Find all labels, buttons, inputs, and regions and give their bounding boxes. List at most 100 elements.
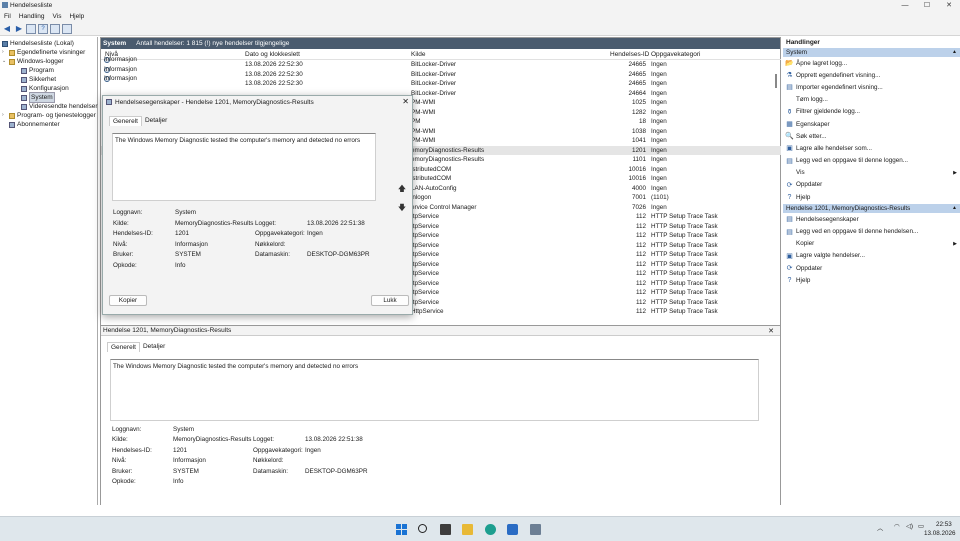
tab-details[interactable]: Detaljer — [140, 342, 168, 352]
help-icon[interactable]: ? — [38, 23, 48, 34]
action-help[interactable]: ? Hjelp — [783, 274, 960, 286]
source-cell: PM-WMI — [411, 137, 436, 144]
chevron-right-icon[interactable]: › — [2, 111, 7, 120]
table-row[interactable]: i Informasjon 13.08.2026 22:52:30 BitLocker… — [101, 75, 781, 89]
event-id-cell: 1282 — [631, 108, 646, 116]
show-hide-actions-icon[interactable] — [62, 23, 72, 34]
action-help[interactable]: ? Hjelp — [783, 191, 960, 203]
action-copy[interactable]: Kopier ▶ — [783, 238, 960, 250]
show-hide-tree-icon[interactable] — [50, 23, 60, 34]
back-arrow-icon[interactable]: ◀ — [2, 24, 12, 34]
dialog-message: The Windows Memory Diagnostic tested the… — [112, 133, 376, 201]
action-import-custom-view[interactable]: ▤ Importer egendefinert visning... — [783, 81, 960, 93]
action-find[interactable]: 🔍 Søk etter... — [783, 130, 960, 142]
col-date[interactable]: Dato og klokkeslett — [245, 51, 300, 58]
source-cell: ttpService — [411, 298, 439, 306]
edge-browser-icon[interactable] — [485, 524, 496, 535]
col-source[interactable]: Kilde — [411, 51, 425, 58]
battery-icon[interactable]: ▭ — [918, 523, 924, 530]
maximize-button[interactable]: ☐ — [916, 0, 938, 11]
action-create-custom-view[interactable]: ⚗ Opprett egendefinert visning... — [783, 69, 960, 81]
action-open-saved-log[interactable]: 📂 Åpne lagret logg... — [783, 57, 960, 69]
file-explorer-icon[interactable] — [462, 524, 473, 535]
tree-log-forwarded[interactable]: Videresendte hendelser — [21, 102, 98, 111]
label-event-id: Hendelses-ID: — [112, 447, 152, 454]
forward-arrow-icon[interactable]: ▶ — [14, 24, 24, 34]
close-icon[interactable]: ✕ — [402, 97, 409, 106]
tab-details[interactable]: Detaljer — [142, 116, 170, 126]
chevron-down-icon[interactable]: ⌄ — [2, 57, 7, 66]
search-icon[interactable] — [418, 524, 427, 533]
menu-hjelp[interactable]: Hjelp — [65, 13, 88, 20]
event-id-cell: 1201 — [631, 146, 646, 154]
tree-custom-views[interactable]: › Egendefinerte visninger — [2, 48, 85, 57]
task-category-cell: HTTP Setup Trace Task — [651, 260, 718, 268]
clock-time[interactable]: 22:53 — [936, 521, 952, 528]
tree-log-program[interactable]: Program — [21, 66, 54, 75]
wifi-icon[interactable]: ◠ — [894, 523, 900, 530]
action-filter-log[interactable]: ⚱ Filtrer gjeldende logg... — [783, 106, 960, 118]
collapse-icon[interactable]: ▲ — [952, 48, 957, 57]
tree-windows-logs[interactable]: ⌄ Windows-logger — [2, 57, 64, 66]
col-event-id[interactable]: Hendelses-ID — [610, 51, 649, 58]
action-clear-log[interactable]: Tøm logg... — [783, 94, 960, 106]
action-refresh[interactable]: ⟳ Oppdater — [783, 179, 960, 191]
source-cell: PM-WMI — [411, 99, 436, 106]
clock-date[interactable]: 13.08.2026 — [924, 530, 956, 537]
tree-app-services[interactable]: › Program- og tjenestelogger — [2, 111, 96, 120]
next-event-icon[interactable]: 🡇 — [397, 203, 407, 213]
help-icon: ? — [787, 193, 792, 201]
collapse-icon[interactable]: ▲ — [952, 204, 957, 213]
action-attach-task-log[interactable]: ▤ Legg ved en oppgave til denne loggen... — [783, 155, 960, 167]
store-icon[interactable] — [507, 524, 518, 535]
close-icon[interactable]: ✕ — [768, 327, 774, 335]
properties-icon: ▦ — [786, 121, 793, 129]
table-row[interactable]: i Informasjon 13.08.2026 22:52:30 BitLocker… — [101, 56, 781, 70]
actions-section-system[interactable]: System ▲ — [783, 48, 960, 57]
close-dialog-button[interactable]: Lukk — [371, 295, 409, 306]
task-view-icon[interactable] — [440, 524, 451, 535]
task-category-cell: Ingen — [651, 203, 667, 211]
tree-subscriptions[interactable]: Abonnementer — [2, 120, 60, 129]
source-cell: BitLocker-Driver — [411, 70, 457, 78]
task-category-cell: HTTP Setup Trace Task — [651, 213, 718, 220]
actions-section-event[interactable]: Hendelse 1201, MemoryDiagnostics-Results… — [783, 204, 960, 214]
tree-log-security[interactable]: Sikkerhet — [21, 75, 56, 84]
event-id-cell: 24665 — [628, 80, 646, 87]
tab-general[interactable]: Generelt — [107, 342, 140, 352]
action-refresh[interactable]: ⟳ Oppdater — [783, 262, 960, 274]
grid-scrollbar[interactable] — [775, 72, 779, 312]
windows-start-icon[interactable] — [396, 524, 407, 535]
toolbar: ◀ ▶ ? — [0, 22, 960, 36]
action-event-properties[interactable]: ▤ Hendelsesegenskaper — [783, 213, 960, 225]
action-properties[interactable]: ▦ Egenskaper — [783, 118, 960, 130]
menu-vis[interactable]: Vis — [49, 13, 66, 20]
action-view[interactable]: Vis ▶ — [783, 167, 960, 179]
table-row[interactable]: i Informasjon 13.08.2026 22:52:30 BitLocker… — [101, 66, 781, 80]
event-id-cell: 112 — [635, 251, 646, 258]
action-attach-task-event[interactable]: ▤ Legg ved en oppgave til denne hendelsen… — [783, 225, 960, 237]
minimize-button[interactable]: — — [894, 0, 916, 11]
copy-button[interactable]: Kopier — [109, 295, 147, 306]
event-id-cell: 1025 — [631, 99, 646, 106]
source-cell: ttpService — [411, 260, 439, 268]
previous-event-icon[interactable]: 🡅 — [397, 184, 407, 194]
close-button[interactable]: ✕ — [938, 0, 960, 11]
menu-fil[interactable]: Fil — [0, 13, 15, 20]
folder-up-icon[interactable] — [26, 23, 36, 34]
volume-icon[interactable]: ◁) — [906, 523, 913, 530]
tree-log-system[interactable]: System — [21, 92, 55, 103]
chevron-right-icon[interactable]: › — [2, 48, 7, 57]
event-viewer-taskbar-icon[interactable] — [530, 524, 541, 535]
tray-chevron-icon[interactable]: ︿ — [877, 523, 883, 532]
menu-handling[interactable]: Handling — [15, 13, 49, 20]
import-custom-view-icon: ▤ — [786, 84, 793, 92]
tab-general[interactable]: Generelt — [109, 116, 142, 126]
tree-root[interactable]: Hendelsesliste (Lokal) — [2, 39, 74, 48]
source-cell: emoryDiagnostics-Results — [411, 146, 485, 154]
value-level: Informasjon — [173, 457, 206, 464]
action-save-selected-events[interactable]: ▣ Lagre valgte hendelser... — [783, 250, 960, 262]
action-save-all-events[interactable]: ▣ Lagre alle hendelser som... — [783, 142, 960, 154]
folder-icon — [9, 49, 15, 56]
col-task-category[interactable]: Oppgavekategori — [651, 51, 701, 58]
